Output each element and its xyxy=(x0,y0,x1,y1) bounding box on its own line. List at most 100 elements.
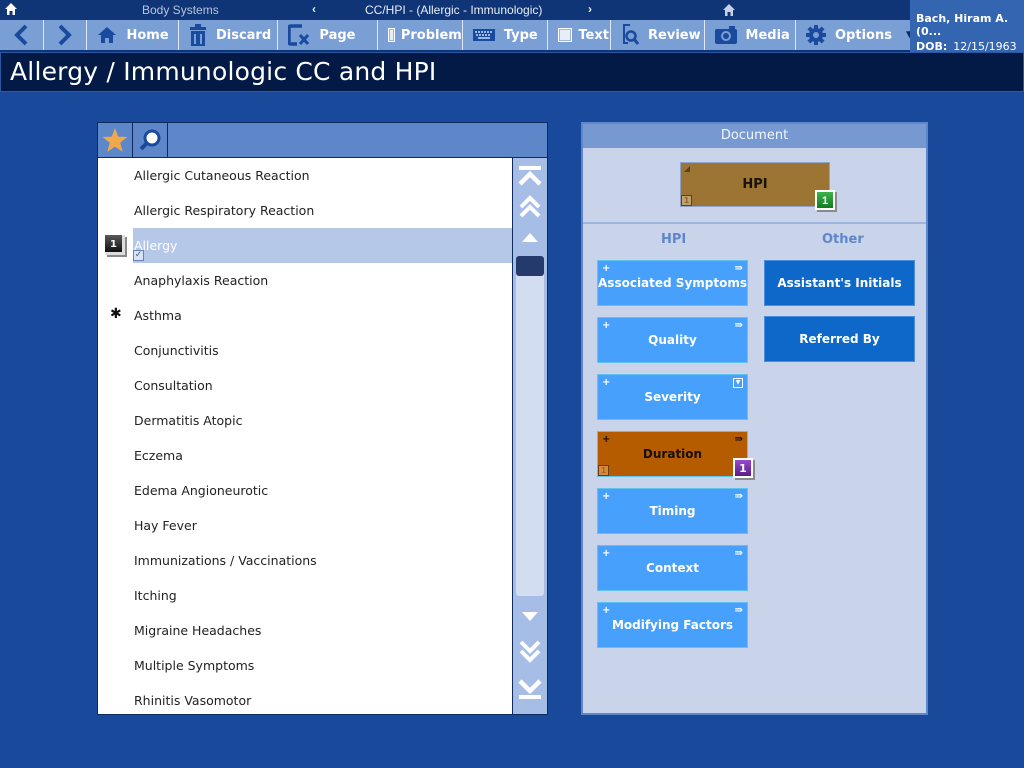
hpi-button-severity[interactable]: + ▼ Severity xyxy=(597,374,748,420)
forward-button[interactable] xyxy=(44,20,88,50)
problem-checkbox[interactable] xyxy=(387,28,395,42)
dropdown-icon[interactable]: ▼ xyxy=(733,378,743,388)
keyboard-icon xyxy=(472,29,495,41)
arrow-right-icon: ⇛ xyxy=(734,605,743,616)
list-item[interactable]: 1 Allergy ✓ xyxy=(98,228,512,263)
hpi-count-badge: 1 xyxy=(815,190,835,210)
toolbar: Home Discard Page Problem Type Text Revi… xyxy=(0,18,913,52)
list-item-label: Migraine Headaches xyxy=(134,623,262,638)
list-item[interactable]: ✱ Asthma xyxy=(98,298,512,333)
double-chevron-down-icon xyxy=(519,640,541,663)
list-item-label: Rhinitis Vasomotor xyxy=(134,693,252,708)
list-item[interactable]: Consultation xyxy=(98,368,512,403)
patient-info[interactable]: Bach, Hiram A. (0... DOB: 12/15/1963 xyxy=(910,0,1024,53)
hpi-button-label: Modifying Factors xyxy=(611,618,734,632)
list-item[interactable]: Migraine Headaches xyxy=(98,613,512,648)
list-item[interactable]: Rhinitis Vasomotor xyxy=(98,683,512,714)
page-down-button[interactable] xyxy=(513,636,547,666)
plus-icon: + xyxy=(602,491,611,502)
scroll-to-top-icon xyxy=(518,166,542,186)
other-button-assistant-s-initials[interactable]: Assistant's Initials xyxy=(764,260,915,306)
body-systems-label[interactable]: Body Systems xyxy=(142,3,219,17)
document-header: Document xyxy=(583,124,926,148)
discard-button[interactable]: Discard xyxy=(179,20,279,50)
mini-count: 1 xyxy=(598,465,609,476)
asterisk-icon: ✱ xyxy=(110,306,122,322)
search-button[interactable] xyxy=(133,123,168,157)
count-badge: 1 xyxy=(733,458,753,478)
list-item[interactable]: Edema Angioneurotic xyxy=(98,473,512,508)
scroll-top-button[interactable] xyxy=(513,162,547,192)
breadcrumb: CC/HPI - (Allergic - Immunologic) xyxy=(365,3,543,17)
list-item-label: Conjunctivitis xyxy=(134,343,219,358)
page-button[interactable]: Page xyxy=(278,20,378,50)
scroll-down-button[interactable] xyxy=(513,602,547,632)
hpi-button-duration[interactable]: + ⇛ Duration 1 1 xyxy=(597,431,753,478)
triangle-up-icon xyxy=(522,233,538,242)
list-item[interactable]: Anaphylaxis Reaction xyxy=(98,263,512,298)
problem-toggle[interactable]: Problem xyxy=(378,20,463,50)
hpi-button-quality[interactable]: + ⇛ Quality xyxy=(597,317,748,363)
list-item[interactable]: Immunizations / Vaccinations xyxy=(98,543,512,578)
document-panel: Document HPI 1 1 HPI Other + ⇛ Associated … xyxy=(581,122,928,715)
triangle-down-icon xyxy=(522,612,538,621)
home-icon[interactable] xyxy=(722,3,736,17)
page-up-button[interactable] xyxy=(513,192,547,222)
type-label: Type xyxy=(503,27,538,43)
hpi-mini-count: 1 xyxy=(681,195,692,206)
hpi-document-button[interactable]: HPI 1 xyxy=(680,162,830,207)
double-chevron-up-icon xyxy=(519,195,541,218)
scroll-up-button[interactable] xyxy=(513,222,547,252)
scroll-track[interactable] xyxy=(516,256,544,596)
text-checkbox[interactable] xyxy=(558,28,573,42)
media-label: Media xyxy=(745,27,790,43)
plus-icon: + xyxy=(602,434,611,445)
chevron-right-icon xyxy=(58,24,72,46)
hpi-button-label: Quality xyxy=(648,333,697,347)
other-column-title: Other xyxy=(822,232,864,247)
plus-icon: + xyxy=(602,263,611,274)
list-item-label: Anaphylaxis Reaction xyxy=(134,273,269,288)
plus-icon: + xyxy=(602,377,611,388)
home-icon[interactable] xyxy=(4,2,18,16)
next-page-arrow[interactable]: › xyxy=(588,2,592,16)
favorites-button[interactable] xyxy=(98,123,133,157)
chevron-left-icon xyxy=(14,24,28,46)
options-button[interactable]: Options ▼ xyxy=(796,20,913,50)
arrow-right-icon: ⇛ xyxy=(734,491,743,502)
review-label: Review xyxy=(648,27,701,43)
review-button[interactable]: Review xyxy=(611,20,705,50)
hpi-button-label: Associated Symptoms xyxy=(598,276,747,290)
scroll-thumb[interactable] xyxy=(516,256,544,276)
hpi-button-context[interactable]: + ⇛ Context xyxy=(597,545,748,591)
list-item[interactable]: Dermatitis Atopic xyxy=(98,403,512,438)
list-item[interactable]: Allergic Respiratory Reaction xyxy=(98,193,512,228)
list-item[interactable]: Itching xyxy=(98,578,512,613)
hpi-button-timing[interactable]: + ⇛ Timing xyxy=(597,488,748,534)
list-item[interactable]: Allergic Cutaneous Reaction xyxy=(98,158,512,193)
scroll-to-bottom-icon xyxy=(518,679,542,699)
other-button-referred-by[interactable]: Referred By xyxy=(764,316,915,362)
checkmark-icon[interactable]: ✓ xyxy=(133,250,144,261)
home-button[interactable]: Home xyxy=(87,20,179,50)
hpi-button-label: Duration xyxy=(642,447,703,461)
list-item[interactable]: Multiple Symptoms xyxy=(98,648,512,683)
prev-page-arrow[interactable]: ‹ xyxy=(312,2,316,16)
list-item[interactable]: Eczema xyxy=(98,438,512,473)
scroll-bottom-button[interactable] xyxy=(513,673,547,703)
arrow-right-icon: ⇛ xyxy=(734,263,743,274)
text-label: Text xyxy=(578,27,609,43)
text-toggle[interactable]: Text xyxy=(548,20,612,50)
hpi-button-associated-symptoms[interactable]: + ⇛ Associated Symptoms xyxy=(597,260,748,306)
complaint-list-panel: Allergic Cutaneous Reaction Allergic Resp… xyxy=(97,122,548,715)
list-item[interactable]: Conjunctivitis xyxy=(98,333,512,368)
type-button[interactable]: Type xyxy=(463,20,549,50)
media-button[interactable]: Media xyxy=(705,20,796,50)
list-item-label: Asthma xyxy=(134,308,182,323)
list-item-label: Consultation xyxy=(134,378,213,393)
list-scrollbar[interactable] xyxy=(512,158,547,714)
list-item[interactable]: Hay Fever xyxy=(98,508,512,543)
hpi-button-modifying-factors[interactable]: + ⇛ Modifying Factors xyxy=(597,602,748,648)
back-button[interactable] xyxy=(0,20,44,50)
page-title: Allergy / Immunologic CC and HPI xyxy=(0,52,1024,92)
